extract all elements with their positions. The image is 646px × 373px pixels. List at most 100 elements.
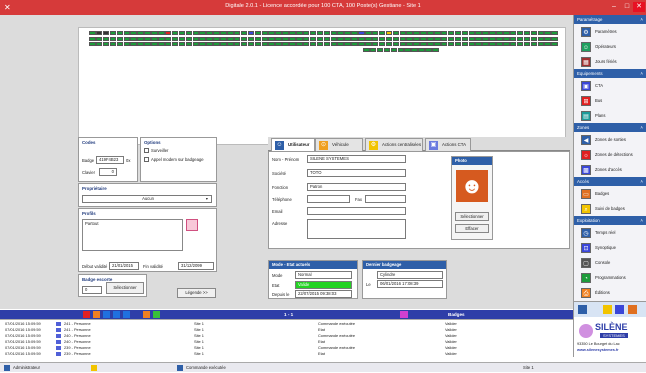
- badge-cell[interactable]: [420, 42, 427, 46]
- badge-cell[interactable]: [95, 42, 103, 46]
- badge-cell[interactable]: [427, 31, 434, 35]
- badge-cell[interactable]: [109, 31, 117, 35]
- sidebar-item-parametres[interactable]: ⚙ Paramètres: [574, 24, 646, 39]
- badge-cell[interactable]: [509, 31, 517, 35]
- badge-cell[interactable]: [95, 37, 103, 41]
- badge-cell[interactable]: [302, 31, 310, 35]
- badge-cell[interactable]: [392, 37, 400, 41]
- badge-cell[interactable]: [530, 42, 538, 46]
- badge-cell[interactable]: [425, 48, 432, 52]
- badge-cell[interactable]: [123, 37, 130, 41]
- badge-cell[interactable]: [369, 48, 377, 52]
- badge-cell[interactable]: [213, 37, 220, 41]
- badge-cell[interactable]: [475, 42, 482, 46]
- sidebar-section-zones[interactable]: Zones ˄: [574, 123, 646, 132]
- badge-cell[interactable]: [351, 31, 358, 35]
- badge-cell[interactable]: [432, 48, 439, 52]
- badge-cell[interactable]: [411, 48, 418, 52]
- badge-cell[interactable]: [289, 42, 296, 46]
- badge-cell[interactable]: [178, 31, 186, 35]
- badge-cell[interactable]: [454, 42, 462, 46]
- badge-plan-view[interactable]: [78, 27, 566, 145]
- badge-cell[interactable]: [447, 37, 455, 41]
- badge-cell[interactable]: [468, 42, 475, 46]
- sidebar-item-suivi-badges[interactable]: ⌕ Suivi de badges: [574, 201, 646, 216]
- badge-cell[interactable]: [144, 37, 151, 41]
- nav-add-icon[interactable]: [123, 311, 130, 318]
- badge-cell[interactable]: [383, 48, 391, 52]
- log-row[interactable]: 07/01/2016 15:09:59 239 - Personne Site 1 E…: [0, 351, 573, 357]
- badge-cell[interactable]: [164, 31, 172, 35]
- badge-cell[interactable]: [390, 48, 398, 52]
- badge-cell[interactable]: [516, 42, 524, 46]
- appel-modem-checkbox[interactable]: [144, 157, 149, 162]
- badge-cell[interactable]: [254, 42, 262, 46]
- badge-cell[interactable]: [137, 42, 144, 46]
- photo-erase-button[interactable]: Effacer: [455, 224, 489, 233]
- badge-cell[interactable]: [158, 37, 165, 41]
- badge-cell[interactable]: [227, 31, 234, 35]
- badge-cell[interactable]: [358, 31, 365, 35]
- badge-cell[interactable]: [330, 31, 337, 35]
- badge-cell[interactable]: [144, 31, 151, 35]
- badge-cell[interactable]: [509, 37, 517, 41]
- monitor-icon[interactable]: [578, 305, 587, 314]
- nav-first-icon[interactable]: [83, 311, 90, 318]
- badge-cell[interactable]: [185, 42, 193, 46]
- badge-cell[interactable]: [233, 37, 241, 41]
- badge-cell[interactable]: [447, 42, 455, 46]
- sidebar-item-editions[interactable]: ⎙ Éditions: [574, 285, 646, 300]
- badge-cell[interactable]: [530, 31, 538, 35]
- badge-cell[interactable]: [475, 31, 482, 35]
- sidebar-item-temps-reel[interactable]: ◷ Temps réel: [574, 225, 646, 240]
- badge-cell[interactable]: [551, 42, 558, 46]
- badge-cell[interactable]: [440, 31, 448, 35]
- badge-cell[interactable]: [192, 42, 199, 46]
- badge-cell[interactable]: [413, 37, 420, 41]
- badge-cell[interactable]: [227, 42, 234, 46]
- badge-cell[interactable]: [392, 31, 400, 35]
- badge-cell[interactable]: [544, 37, 551, 41]
- badge-cell[interactable]: [102, 31, 110, 35]
- badge-cell[interactable]: [171, 42, 179, 46]
- badge-cell[interactable]: [282, 31, 289, 35]
- badge-cell[interactable]: [427, 37, 434, 41]
- badge-cell[interactable]: [371, 31, 379, 35]
- sidebar-item-zones-detections[interactable]: ☼ Zones de détections: [574, 147, 646, 162]
- badge-cell[interactable]: [199, 37, 206, 41]
- nav-next-icon[interactable]: [103, 311, 110, 318]
- badge-cell[interactable]: [523, 31, 531, 35]
- badge-cell[interactable]: [323, 42, 331, 46]
- legend-button[interactable]: Légende >>: [177, 288, 216, 298]
- badge-cell[interactable]: [378, 37, 386, 41]
- badge-cell[interactable]: [268, 31, 275, 35]
- badge-cell[interactable]: [206, 31, 213, 35]
- badge-cell[interactable]: [164, 37, 172, 41]
- badge-cell[interactable]: [530, 37, 538, 41]
- badge-cell[interactable]: [199, 42, 206, 46]
- badge-cell[interactable]: [371, 42, 379, 46]
- profil-item[interactable]: Partout: [83, 220, 182, 227]
- tab-utilisateur[interactable]: ☺ Utilisateur: [271, 138, 315, 151]
- badge-cell[interactable]: [413, 42, 420, 46]
- badge-cell[interactable]: [434, 37, 441, 41]
- badge-cell[interactable]: [523, 37, 531, 41]
- badge-cell[interactable]: [254, 31, 262, 35]
- badge-cell[interactable]: [275, 37, 282, 41]
- badge-cell[interactable]: [213, 31, 220, 35]
- event-log[interactable]: 07/01/2016 15:09:59 241 - Personne Site 1C…: [0, 319, 573, 357]
- badge-cell[interactable]: [447, 31, 455, 35]
- sidebar-section-exploitation[interactable]: Exploitation ˄: [574, 216, 646, 225]
- badge-cell[interactable]: [296, 31, 303, 35]
- badge-cell[interactable]: [89, 31, 96, 35]
- badge-cell[interactable]: [509, 42, 517, 46]
- sidebar-item-synoptique[interactable]: ⊡ Synoptique: [574, 240, 646, 255]
- close-button[interactable]: ✕: [633, 2, 645, 12]
- societe-input[interactable]: TOTO: [307, 169, 406, 177]
- adresse-input[interactable]: [307, 219, 406, 239]
- badge-cell[interactable]: [268, 37, 275, 41]
- clavier-input[interactable]: 0: [99, 168, 117, 176]
- badge-cell[interactable]: [302, 37, 310, 41]
- badge-cell[interactable]: [95, 31, 103, 35]
- badge-cell[interactable]: [420, 37, 427, 41]
